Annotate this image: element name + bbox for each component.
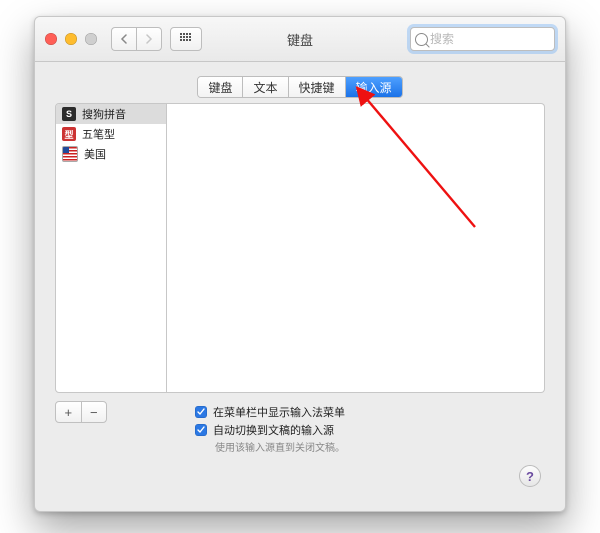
input-source-label: 美国	[84, 146, 106, 162]
titlebar: 键盘	[35, 17, 565, 62]
panes: S 搜狗拼音 型 五笔型 美国	[55, 103, 545, 393]
back-button[interactable]	[111, 27, 136, 51]
input-source-label: 五笔型	[82, 126, 115, 142]
option-show-in-menubar[interactable]: 在菜单栏中显示输入法菜单	[195, 403, 345, 421]
tab-text[interactable]: 文本	[243, 77, 288, 97]
tab-shortcuts[interactable]: 快捷键	[289, 77, 346, 97]
input-source-item[interactable]: 美国	[56, 144, 166, 164]
input-source-label: 搜狗拼音	[82, 106, 126, 122]
input-source-preview	[167, 103, 545, 393]
add-input-source-button[interactable]: +	[56, 402, 82, 422]
search-input[interactable]	[430, 32, 566, 46]
input-source-list[interactable]: S 搜狗拼音 型 五笔型 美国	[55, 103, 167, 393]
option-hint: 使用该输入源直到关闭文稿。	[215, 439, 345, 453]
checkbox-checked-icon	[195, 406, 207, 418]
nav-buttons	[111, 27, 162, 51]
content-area: S 搜狗拼音 型 五笔型 美国 + −	[55, 103, 545, 491]
options-group: 在菜单栏中显示输入法菜单 自动切换到文稿的输入源 使用该输入源直到关闭文稿。	[195, 403, 345, 453]
search-field[interactable]	[410, 27, 555, 51]
tab-keyboard[interactable]: 键盘	[198, 77, 243, 97]
tab-segmented-control: 键盘 文本 快捷键 输入源	[197, 76, 402, 98]
input-source-item[interactable]: 型 五笔型	[56, 124, 166, 144]
option-label: 在菜单栏中显示输入法菜单	[213, 404, 345, 420]
add-remove-control: + −	[55, 401, 107, 423]
chevron-right-icon	[145, 34, 153, 44]
show-all-button[interactable]	[170, 27, 202, 51]
tab-input-sources[interactable]: 输入源	[346, 77, 402, 97]
zoom-button[interactable]	[85, 33, 97, 45]
window-controls	[45, 33, 97, 45]
checkbox-checked-icon	[195, 424, 207, 436]
chevron-left-icon	[120, 34, 128, 44]
search-icon	[415, 33, 428, 46]
tab-bar: 键盘 文本 快捷键 输入源	[35, 76, 565, 98]
preferences-window: 键盘 键盘 文本 快捷键 输入源 S 搜狗拼音 型	[34, 16, 566, 512]
remove-input-source-button[interactable]: −	[82, 402, 107, 422]
close-button[interactable]	[45, 33, 57, 45]
sogou-icon: S	[62, 107, 76, 121]
check-icon	[197, 426, 205, 434]
option-auto-switch[interactable]: 自动切换到文稿的输入源	[195, 421, 345, 439]
forward-button[interactable]	[136, 27, 162, 51]
option-label: 自动切换到文稿的输入源	[213, 422, 334, 438]
minimize-button[interactable]	[65, 33, 77, 45]
input-source-item[interactable]: S 搜狗拼音	[56, 104, 166, 124]
us-flag-icon	[62, 146, 78, 162]
wubi-icon: 型	[62, 127, 76, 141]
check-icon	[197, 408, 205, 416]
help-button[interactable]: ?	[519, 465, 541, 487]
grid-icon	[180, 33, 192, 45]
